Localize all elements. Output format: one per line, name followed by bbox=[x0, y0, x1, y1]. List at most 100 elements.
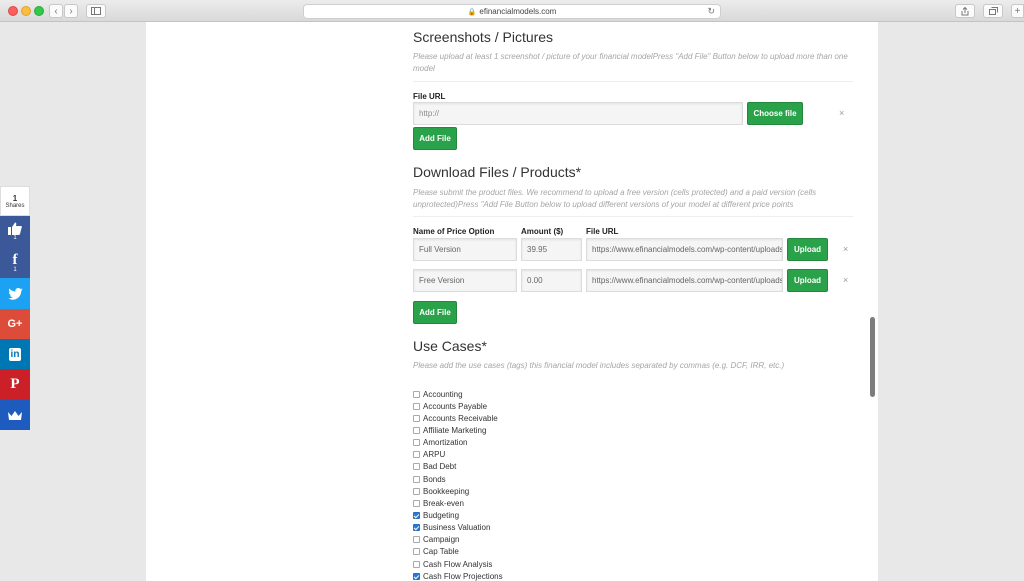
usecase-checkbox-row[interactable]: Bonds bbox=[413, 473, 446, 485]
google-plus-share-button[interactable]: G+ bbox=[0, 309, 30, 339]
lock-icon: 🔒 bbox=[467, 8, 477, 16]
facebook-icon: f bbox=[12, 251, 18, 268]
usecase-label: Bad Debt bbox=[423, 462, 457, 472]
maximize-window-button[interactable] bbox=[34, 6, 44, 16]
share-browser-button[interactable] bbox=[955, 4, 975, 18]
checkbox[interactable] bbox=[413, 560, 420, 568]
divider bbox=[413, 216, 853, 217]
choose-file-button[interactable]: Choose file bbox=[747, 102, 803, 125]
back-button[interactable]: ‹ bbox=[49, 4, 63, 18]
browser-toolbar: ‹ › 🔒 efinancialmodels.com ↻ + bbox=[0, 0, 1024, 22]
usecase-label: Business Valuation bbox=[423, 523, 491, 533]
divider bbox=[413, 81, 853, 82]
product-file-url-input[interactable]: https://www.efinancialmodels.com/wp-cont… bbox=[586, 238, 783, 261]
linkedin-share-button[interactable]: in bbox=[0, 339, 30, 369]
file-url-label: File URL bbox=[413, 92, 446, 101]
usecase-checkbox-row[interactable]: Break-even bbox=[413, 497, 464, 509]
sidebar-toggle-button[interactable] bbox=[86, 4, 106, 18]
chevron-right-icon: › bbox=[69, 5, 73, 17]
usecase-checkbox-row[interactable]: Cash Flow Projections bbox=[413, 570, 503, 581]
price-amount-input[interactable]: 39.95 bbox=[521, 238, 582, 261]
remove-row-icon[interactable]: × bbox=[843, 275, 848, 285]
checkbox[interactable] bbox=[413, 512, 420, 519]
add-product-file-button[interactable]: Add File bbox=[413, 301, 457, 324]
tabs-overview-button[interactable] bbox=[983, 4, 1003, 18]
col-header-name: Name of Price Option bbox=[413, 227, 495, 236]
usecase-label: Cash Flow Projections bbox=[423, 571, 503, 581]
screenshot-file-url-input[interactable]: http:// bbox=[413, 102, 743, 125]
usecase-checkbox-row[interactable]: Cap Table bbox=[413, 546, 459, 558]
twitter-share-button[interactable] bbox=[0, 278, 30, 309]
downloads-title: Download Files / Products* bbox=[413, 164, 582, 180]
forward-button[interactable]: › bbox=[64, 4, 78, 18]
usecase-label: Affiliate Marketing bbox=[423, 425, 487, 435]
usecase-label: ARPU bbox=[423, 450, 446, 460]
price-amount-input[interactable]: 0.00 bbox=[521, 269, 582, 292]
share-count-label: Shares bbox=[5, 202, 25, 209]
checkbox[interactable] bbox=[413, 402, 420, 410]
checkbox[interactable] bbox=[413, 414, 420, 422]
pinterest-share-button[interactable]: P bbox=[0, 369, 30, 400]
checkbox[interactable] bbox=[413, 536, 420, 544]
product-file-url-input[interactable]: https://www.efinancialmodels.com/wp-cont… bbox=[586, 269, 783, 292]
facebook-share-button[interactable]: f 1 bbox=[0, 247, 30, 278]
checkbox[interactable] bbox=[413, 426, 420, 434]
scrollbar-thumb[interactable] bbox=[870, 317, 875, 397]
upload-button[interactable]: Upload bbox=[787, 269, 828, 292]
checkbox[interactable] bbox=[413, 524, 420, 532]
remove-row-icon[interactable]: × bbox=[843, 244, 848, 254]
upload-button[interactable]: Upload bbox=[787, 238, 828, 261]
chevron-left-icon: ‹ bbox=[54, 5, 58, 17]
page-viewport: Screenshots / Pictures Please upload at … bbox=[0, 22, 1024, 581]
usecase-checkbox-row[interactable]: Accounts Receivable bbox=[413, 412, 498, 424]
price-option-name-input[interactable]: Full Version bbox=[413, 238, 517, 261]
usecase-checkbox-row[interactable]: Bad Debt bbox=[413, 461, 456, 473]
checkbox[interactable] bbox=[413, 439, 420, 447]
usecase-checkbox-row[interactable]: Business Valuation bbox=[413, 522, 490, 534]
minimize-window-button[interactable] bbox=[21, 6, 31, 16]
reload-icon[interactable]: ↻ bbox=[707, 6, 715, 17]
checkbox[interactable] bbox=[413, 548, 420, 556]
checkbox[interactable] bbox=[413, 475, 420, 483]
usecase-checkbox-row[interactable]: Accounting bbox=[413, 388, 463, 400]
google-plus-icon: G+ bbox=[7, 318, 23, 330]
share-count: 1 bbox=[12, 193, 18, 203]
usecase-label: Accounts Receivable bbox=[423, 413, 498, 423]
crown-icon bbox=[8, 410, 22, 420]
usecase-label: Accounts Payable bbox=[423, 401, 488, 411]
col-header-amount: Amount ($) bbox=[521, 227, 564, 236]
usecase-checkbox-row[interactable]: Bookkeeping bbox=[413, 485, 469, 497]
checkbox[interactable] bbox=[413, 390, 420, 398]
remove-screenshot-icon[interactable]: × bbox=[839, 108, 844, 118]
address-bar[interactable]: 🔒 efinancialmodels.com ↻ bbox=[303, 4, 721, 19]
checkbox[interactable] bbox=[413, 487, 420, 495]
usecase-checkbox-row[interactable]: Cash Flow Analysis bbox=[413, 558, 492, 570]
checkbox[interactable] bbox=[413, 572, 420, 580]
usecase-checkbox-row[interactable]: Affiliate Marketing bbox=[413, 424, 486, 436]
downloads-section: Download Files / Products* Please submit… bbox=[413, 164, 853, 217]
thumbs-up-icon bbox=[8, 222, 22, 235]
checkbox[interactable] bbox=[413, 499, 420, 507]
screenshots-title: Screenshots / Pictures bbox=[413, 29, 554, 45]
close-window-button[interactable] bbox=[8, 6, 18, 16]
twitter-icon bbox=[7, 287, 23, 300]
price-option-name-input[interactable]: Free Version bbox=[413, 269, 517, 292]
usecase-label: Cash Flow Analysis bbox=[423, 559, 493, 569]
usecase-label: Accounting bbox=[423, 389, 463, 399]
usecase-checkbox-row[interactable]: Accounts Payable bbox=[413, 400, 487, 412]
screenshots-section: Screenshots / Pictures Please upload at … bbox=[413, 29, 853, 82]
address-url: efinancialmodels.com bbox=[479, 7, 557, 16]
add-screenshot-file-button[interactable]: Add File bbox=[413, 127, 457, 150]
new-tab-button[interactable]: + bbox=[1011, 4, 1024, 18]
usecase-checkbox-row[interactable]: Budgeting bbox=[413, 510, 459, 522]
usecase-checkbox-row[interactable]: ARPU bbox=[413, 449, 445, 461]
checkbox[interactable] bbox=[413, 463, 420, 471]
plus-icon: + bbox=[1014, 5, 1021, 17]
crown-share-button[interactable] bbox=[0, 400, 30, 430]
usecase-checkbox-row[interactable]: Amortization bbox=[413, 437, 467, 449]
linkedin-icon: in bbox=[8, 347, 22, 361]
like-share-button[interactable]: 1 bbox=[0, 216, 30, 247]
usecase-checkbox-row[interactable]: Campaign bbox=[413, 534, 459, 546]
checkbox[interactable] bbox=[413, 451, 420, 459]
usecases-help: Please add the use cases (tags) this fin… bbox=[413, 361, 785, 370]
